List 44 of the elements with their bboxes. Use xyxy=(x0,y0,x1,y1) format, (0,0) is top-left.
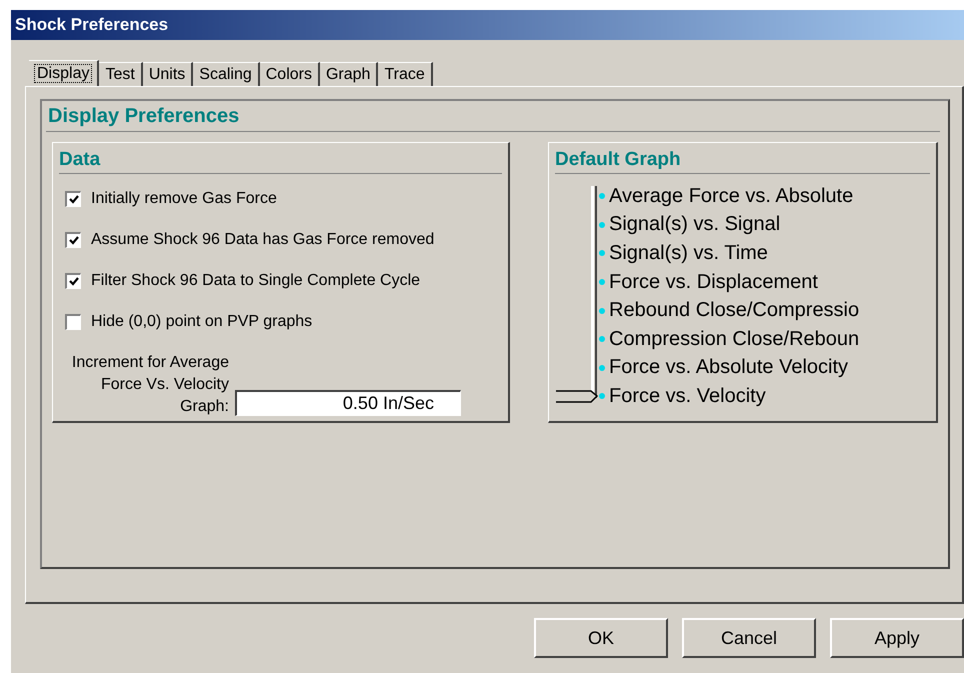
graph-option[interactable]: Force vs. Velocity xyxy=(609,384,766,408)
bullet-icon xyxy=(599,393,605,400)
graph-option[interactable]: Signal(s) vs. Time xyxy=(609,242,768,265)
tab[interactable]: Units xyxy=(142,62,194,86)
bullet-icon xyxy=(599,279,605,286)
checkbox[interactable] xyxy=(65,232,81,248)
graph-option[interactable]: Rebound Close/Compressio xyxy=(609,299,860,322)
check-icon xyxy=(68,236,78,244)
graph-option[interactable]: Force vs. Displacement xyxy=(609,270,818,294)
tab[interactable]: Graph xyxy=(320,62,378,86)
graph-option[interactable]: Signal(s) vs. Signal xyxy=(609,213,780,236)
dialog-button[interactable]: Apply xyxy=(830,618,964,658)
panel-title: Display Preferences xyxy=(46,105,940,132)
checkbox[interactable] xyxy=(65,272,81,288)
check-icon xyxy=(68,276,78,286)
increment-field[interactable]: 0.50 In/Sec xyxy=(235,390,461,416)
tab[interactable]: Scaling xyxy=(193,62,260,86)
dialog-button[interactable]: Cancel xyxy=(682,618,816,658)
group-title: Default Graph xyxy=(555,149,930,174)
increment-label: Increment for Average Force Vs. Velocity Graph: xyxy=(70,353,229,417)
slider-pointer[interactable] xyxy=(555,389,599,404)
bullet-icon xyxy=(599,222,605,228)
checkbox-label: Initially remove Gas Force xyxy=(91,190,277,208)
bullet-icon xyxy=(599,336,605,342)
checkbox-label: Assume Shock 96 Data has Gas Force removed xyxy=(91,230,434,248)
window-title: Shock Preferences xyxy=(11,10,964,40)
tab[interactable]: Test xyxy=(99,62,143,86)
tab[interactable]: Colors xyxy=(260,62,320,86)
bullet-icon xyxy=(599,193,605,200)
graph-option[interactable]: Average Force vs. Absolute xyxy=(609,184,854,208)
tab[interactable]: Trace xyxy=(378,62,433,86)
checkbox-label: Filter Shock 96 Data to Single Complete Cycle xyxy=(91,272,420,290)
bullet-icon xyxy=(599,364,605,371)
check-icon xyxy=(68,194,78,204)
bullet-icon xyxy=(599,250,605,256)
graph-option[interactable]: Compression Close/Reboun xyxy=(609,328,860,351)
dialog-button[interactable]: OK xyxy=(534,618,668,658)
checkbox[interactable] xyxy=(65,314,81,330)
tab[interactable]: Display xyxy=(29,60,100,86)
checkbox[interactable] xyxy=(65,190,81,206)
checkbox-label: Hide (0,0) point on PVP graphs xyxy=(91,312,312,330)
graph-option[interactable]: Force vs. Absolute Velocity xyxy=(609,356,848,380)
bullet-icon xyxy=(599,308,605,314)
group-title: Data xyxy=(59,149,502,174)
